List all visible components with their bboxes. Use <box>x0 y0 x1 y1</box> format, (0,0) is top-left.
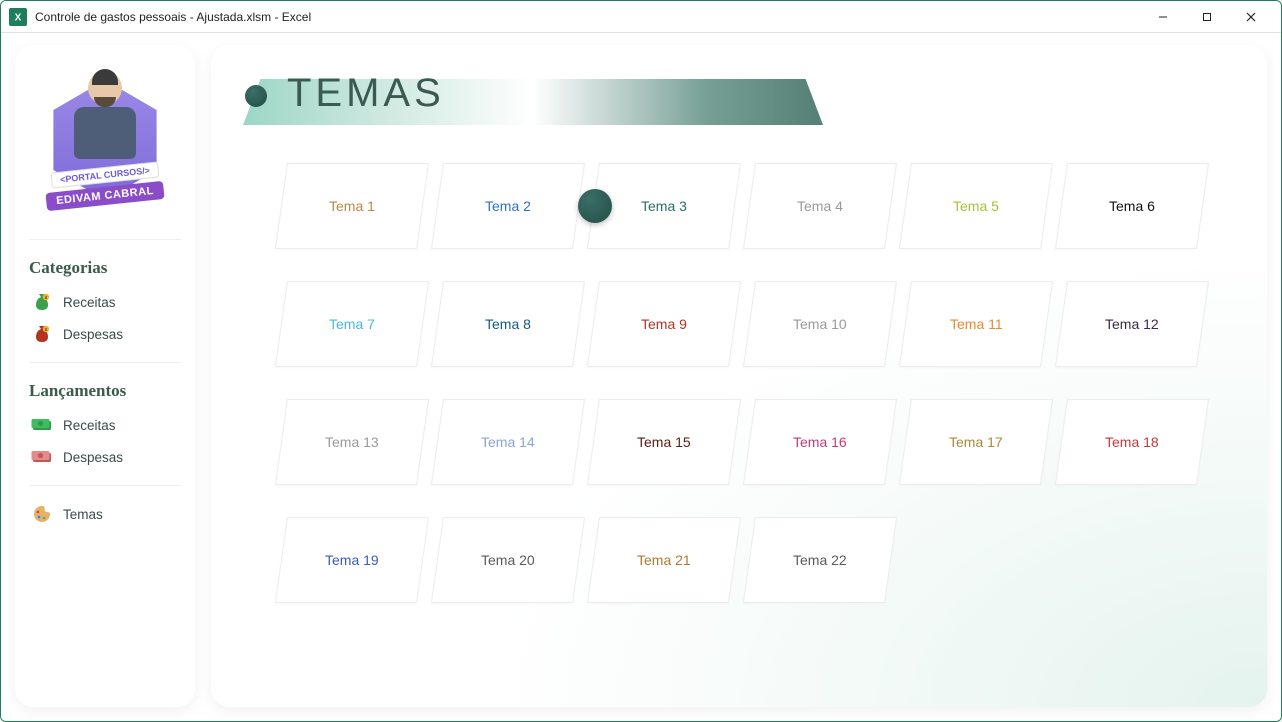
theme-label: Tema 21 <box>637 552 691 568</box>
sidebar-item-label: Despesas <box>63 450 123 465</box>
titlebar: X Controle de gastos pessoais - Ajustada… <box>1 1 1281 33</box>
theme-label: Tema 19 <box>325 552 379 568</box>
theme-label: Tema 9 <box>641 316 687 332</box>
sidebar: <PORTAL CURSOS/> EDIVAM CABRAL Categoria… <box>15 45 195 707</box>
themes-grid: Tema 1 Tema 2 Tema 3 Tema 4 Tema 5 Tema 6 Tema… <box>281 163 1235 603</box>
theme-card[interactable]: Tema 8 <box>431 281 585 367</box>
maximize-button[interactable] <box>1185 2 1229 32</box>
avatar-person <box>70 71 140 161</box>
sidebar-item-label: Despesas <box>63 327 123 342</box>
theme-label: Tema 20 <box>481 552 535 568</box>
theme-label: Tema 15 <box>637 434 691 450</box>
excel-icon: X <box>9 8 27 26</box>
theme-label: Tema 14 <box>481 434 535 450</box>
cash-red-icon <box>31 447 53 467</box>
theme-card[interactable]: Tema 14 <box>431 399 585 485</box>
theme-card[interactable]: Tema 22 <box>743 517 897 603</box>
sidebar-item-lancamentos-receitas[interactable]: Receitas <box>29 409 181 441</box>
theme-label: Tema 3 <box>641 198 687 214</box>
sidebar-item-label: Temas <box>63 507 103 522</box>
main-panel: TEMAS Tema 1Tema 2Tema 3Tema 4Tema 5Tema… <box>211 45 1267 707</box>
svg-text:X: X <box>15 12 22 23</box>
avatar: <PORTAL CURSOS/> EDIVAM CABRAL <box>40 65 170 215</box>
sidebar-item-label: Receitas <box>63 295 116 310</box>
theme-label: Tema 11 <box>950 316 1003 332</box>
theme-card[interactable]: Tema 10 <box>743 281 897 367</box>
theme-card[interactable]: Tema 7 <box>275 281 429 367</box>
sidebar-item-temas[interactable]: Temas <box>29 498 181 530</box>
separator <box>29 485 181 486</box>
theme-card[interactable]: Tema 13 <box>275 399 429 485</box>
sidebar-item-lancamentos-despesas[interactable]: Despesas <box>29 441 181 473</box>
theme-card[interactable]: Tema 16 <box>743 399 897 485</box>
theme-card[interactable]: Tema 2 <box>431 163 585 249</box>
theme-card[interactable]: Tema 20 <box>431 517 585 603</box>
theme-card[interactable]: Tema 9 <box>587 281 741 367</box>
theme-card[interactable]: Tema 3 <box>587 163 741 249</box>
theme-label: Tema 17 <box>949 434 1003 450</box>
theme-card[interactable]: Tema 21 <box>587 517 741 603</box>
theme-card[interactable]: Tema 11 <box>899 281 1053 367</box>
banner-dot-icon <box>245 85 267 107</box>
page-title: TEMAS <box>287 71 445 116</box>
theme-label: Tema 2 <box>485 198 531 214</box>
minimize-button[interactable] <box>1141 2 1185 32</box>
theme-label: Tema 13 <box>325 434 379 450</box>
theme-card[interactable]: Tema 19 <box>275 517 429 603</box>
theme-label: Tema 8 <box>485 316 531 332</box>
close-button[interactable] <box>1229 2 1273 32</box>
theme-label: Tema 1 <box>329 198 375 214</box>
theme-label: Tema 7 <box>329 316 375 332</box>
money-bag-red-icon: $ <box>31 324 53 344</box>
sidebar-item-categorias-despesas[interactable]: $ Despesas <box>29 318 181 350</box>
cash-green-icon <box>31 415 53 435</box>
sidebar-heading-categorias: Categorias <box>29 258 181 278</box>
palette-icon <box>31 504 53 524</box>
theme-label: Tema 6 <box>1109 198 1155 214</box>
sidebar-item-categorias-receitas[interactable]: $ Receitas <box>29 286 181 318</box>
page-title-banner: TEMAS <box>243 71 823 129</box>
separator <box>29 362 181 363</box>
theme-card[interactable]: Tema 17 <box>899 399 1053 485</box>
window-title: Controle de gastos pessoais - Ajustada.x… <box>35 10 311 24</box>
theme-label: Tema 18 <box>1105 434 1159 450</box>
selected-indicator-icon <box>578 189 612 223</box>
theme-card[interactable]: Tema 6 <box>1055 163 1209 249</box>
separator <box>29 239 181 240</box>
theme-label: Tema 4 <box>797 198 843 214</box>
excel-window: X Controle de gastos pessoais - Ajustada… <box>0 0 1282 722</box>
theme-label: Tema 10 <box>793 316 847 332</box>
theme-label: Tema 22 <box>793 552 847 568</box>
theme-card[interactable]: Tema 18 <box>1055 399 1209 485</box>
theme-card[interactable]: Tema 5 <box>899 163 1053 249</box>
theme-card[interactable]: Tema 1 <box>275 163 429 249</box>
avatar-wrap: <PORTAL CURSOS/> EDIVAM CABRAL <box>29 61 181 227</box>
theme-card[interactable]: Tema 15 <box>587 399 741 485</box>
sidebar-heading-lancamentos: Lançamentos <box>29 381 181 401</box>
theme-label: Tema 16 <box>793 434 847 450</box>
app-body: <PORTAL CURSOS/> EDIVAM CABRAL Categoria… <box>1 33 1281 721</box>
theme-label: Tema 5 <box>953 198 999 214</box>
sidebar-item-label: Receitas <box>63 418 116 433</box>
theme-card[interactable]: Tema 4 <box>743 163 897 249</box>
theme-label: Tema 12 <box>1105 316 1159 332</box>
money-bag-green-icon: $ <box>31 292 53 312</box>
theme-card[interactable]: Tema 12 <box>1055 281 1209 367</box>
